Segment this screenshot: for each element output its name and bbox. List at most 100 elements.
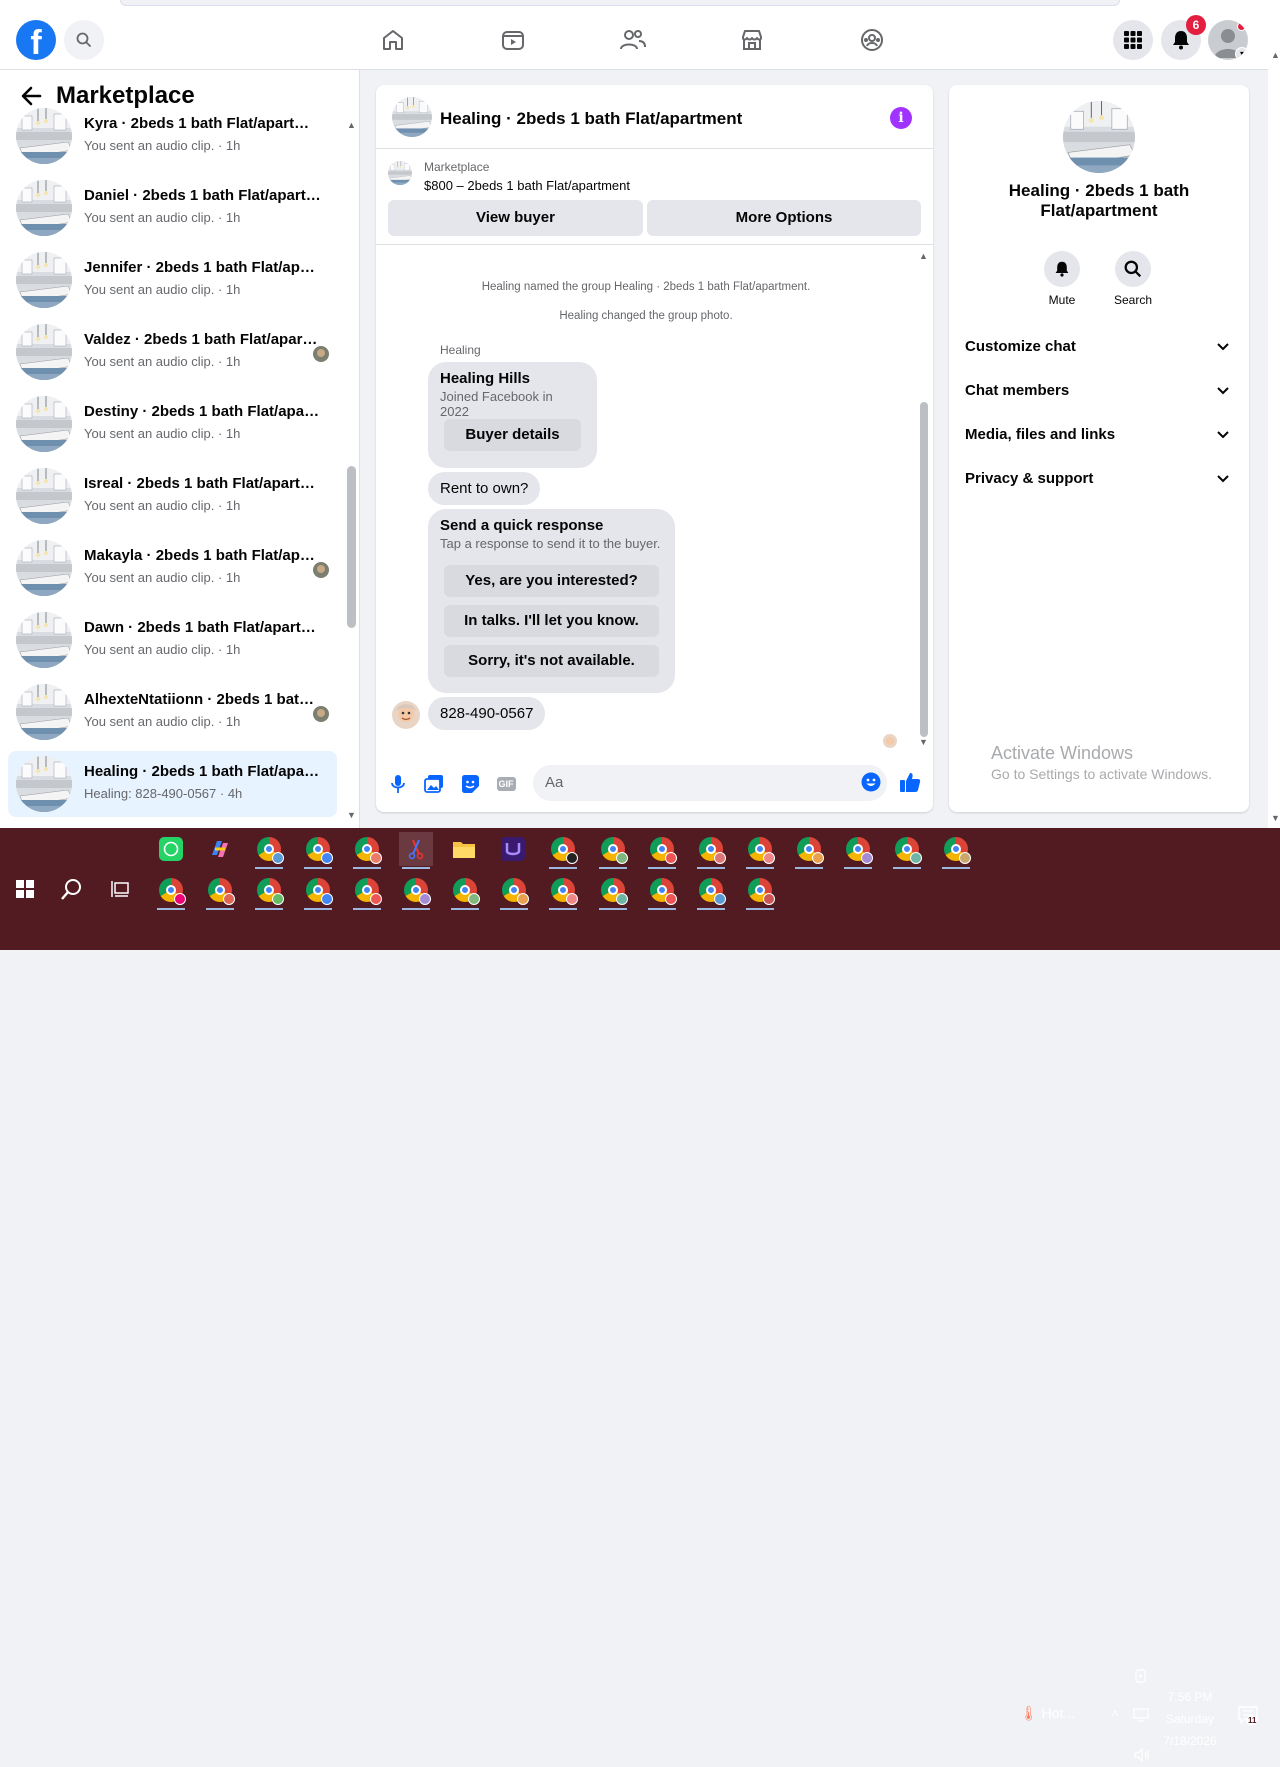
message-thread: ▲ Healing named the group Healing · 2bed… bbox=[376, 247, 933, 748]
chrome-icon bbox=[355, 837, 382, 864]
quick-reply-button[interactable]: In talks. I'll let you know. bbox=[444, 605, 659, 637]
gaming-nav[interactable] bbox=[856, 24, 888, 56]
chrome-taskbar-button[interactable] bbox=[743, 873, 777, 910]
chevron-down-icon bbox=[1217, 371, 1229, 411]
quick-reply-button[interactable]: Yes, are you interested? bbox=[444, 565, 659, 597]
marketplace-nav[interactable] bbox=[736, 24, 768, 56]
group-photo[interactable] bbox=[392, 97, 432, 137]
whatsapp-taskbar-button[interactable] bbox=[154, 832, 188, 866]
listing-title[interactable]: $800 – 2beds 1 bath Flat/apartment bbox=[424, 178, 630, 193]
chrome-taskbar-button[interactable] bbox=[890, 832, 924, 869]
customize-chat-section[interactable]: Customize chat bbox=[965, 327, 1233, 367]
chrome-taskbar-button[interactable] bbox=[448, 873, 482, 910]
taskbar-search-button[interactable] bbox=[55, 872, 89, 906]
chrome-taskbar-button[interactable] bbox=[645, 832, 679, 869]
menu-button[interactable] bbox=[1113, 20, 1153, 60]
emoji-button[interactable] bbox=[859, 770, 883, 794]
mute-action[interactable]: Mute bbox=[1032, 251, 1092, 307]
conversation-item[interactable]: Jennifer · 2beds 1 bath Flat/apartment Yo… bbox=[8, 247, 337, 313]
conversation-item[interactable]: Dawn · 2beds 1 bath Flat/apartment You se… bbox=[8, 607, 337, 673]
gif-button[interactable]: GIF bbox=[494, 772, 518, 796]
attach-photo-button[interactable] bbox=[422, 772, 446, 796]
chat-scrollbar-thumb[interactable] bbox=[920, 402, 928, 737]
chrome-taskbar-button[interactable] bbox=[694, 873, 728, 910]
chrome-taskbar-button[interactable] bbox=[645, 873, 679, 910]
chat-title[interactable]: Healing · 2beds 1 bath Flat/apartment bbox=[440, 109, 742, 129]
system-message: Healing changed the group photo. bbox=[559, 310, 733, 322]
chrome-taskbar-button[interactable] bbox=[792, 832, 826, 869]
conversation-item[interactable]: AlhexteNtatiionn · 2beds 1 bath Flat/apa… bbox=[8, 679, 337, 745]
group-photo-large[interactable] bbox=[1063, 101, 1135, 173]
chrome-taskbar-button[interactable] bbox=[301, 832, 335, 869]
more-options-button[interactable]: More Options bbox=[647, 200, 921, 236]
chevron-down-icon bbox=[1217, 415, 1229, 455]
start-button[interactable] bbox=[8, 872, 42, 906]
conversation-item[interactable]: Destiny · 2beds 1 bath Flat/apartment You… bbox=[8, 391, 337, 457]
privacy-support-section[interactable]: Privacy & support bbox=[965, 459, 1233, 499]
conversation-avatar bbox=[16, 252, 72, 308]
chrome-taskbar-button[interactable] bbox=[939, 832, 973, 869]
conversation-item[interactable]: Kyra · 2beds 1 bath Flat/apartment You se… bbox=[8, 103, 337, 169]
network-icon[interactable] bbox=[1133, 1708, 1151, 1727]
microphone-button[interactable] bbox=[386, 772, 410, 796]
home-nav[interactable] bbox=[377, 24, 409, 56]
facebook-logo[interactable]: f bbox=[16, 20, 56, 60]
info-icon[interactable]: i bbox=[890, 107, 912, 129]
conversation-item[interactable]: Makayla · 2beds 1 bath Flat/apartment You… bbox=[8, 535, 337, 601]
chrome-taskbar-button[interactable] bbox=[399, 873, 433, 910]
chrome-taskbar-button[interactable] bbox=[350, 873, 384, 910]
copilot-taskbar-button[interactable] bbox=[203, 832, 237, 866]
chrome-taskbar-button[interactable] bbox=[743, 832, 777, 869]
video-nav[interactable] bbox=[497, 24, 529, 56]
chrome-taskbar-button[interactable] bbox=[350, 832, 384, 869]
chrome-taskbar-button[interactable] bbox=[252, 873, 286, 910]
buyer-details-button[interactable]: Buyer details bbox=[444, 419, 581, 451]
listing-thumbnail[interactable] bbox=[388, 161, 412, 185]
media-files-links-section[interactable]: Media, files and links bbox=[965, 415, 1233, 455]
conversation-avatar bbox=[16, 684, 72, 740]
snipping-tool-taskbar-button[interactable] bbox=[399, 832, 433, 869]
conversation-snippet: You sent an audio clip. · 1h bbox=[84, 642, 241, 657]
meet-now-icon[interactable] bbox=[1135, 1668, 1149, 1689]
search-action[interactable]: Search bbox=[1103, 251, 1163, 307]
conversation-item[interactable]: Healing · 2beds 1 bath Flat/apartment Hea… bbox=[8, 751, 337, 817]
conversation-item[interactable]: Isreal · 2beds 1 bath Flat/apartment You … bbox=[8, 463, 337, 529]
sender-avatar[interactable] bbox=[392, 701, 420, 729]
conversation-item[interactable]: Daniel · 2beds 1 bath Flat/apartment You … bbox=[8, 175, 337, 241]
message-input[interactable]: Aa bbox=[533, 765, 887, 801]
page-scrollbar[interactable]: ▲ ▼ bbox=[1268, 10, 1280, 828]
sticker-button[interactable] bbox=[458, 772, 482, 796]
chrome-taskbar-button[interactable] bbox=[154, 873, 188, 910]
account-avatar[interactable]: ▾ bbox=[1208, 20, 1248, 60]
app-taskbar-button[interactable] bbox=[496, 832, 530, 866]
chrome-taskbar-button[interactable] bbox=[252, 832, 286, 869]
task-view-button[interactable] bbox=[103, 872, 137, 906]
like-button[interactable] bbox=[898, 770, 922, 794]
chrome-taskbar-button[interactable] bbox=[694, 832, 728, 869]
chrome-taskbar-button[interactable] bbox=[546, 832, 580, 869]
action-center-button[interactable]: 11 bbox=[1238, 1706, 1259, 1729]
chrome-icon bbox=[404, 878, 431, 905]
file-explorer-taskbar-button[interactable] bbox=[447, 832, 481, 866]
left-scrollbar-thumb[interactable] bbox=[347, 466, 356, 628]
search-button[interactable] bbox=[64, 20, 104, 60]
friends-nav[interactable] bbox=[617, 24, 649, 56]
chrome-taskbar-button[interactable] bbox=[596, 873, 630, 910]
chrome-taskbar-button[interactable] bbox=[841, 832, 875, 869]
search-icon bbox=[76, 32, 92, 48]
view-buyer-button[interactable]: View buyer bbox=[388, 200, 643, 236]
chrome-icon bbox=[944, 837, 971, 864]
chrome-taskbar-button[interactable] bbox=[301, 873, 335, 910]
clock[interactable]: 7:56 PM Saturday 7/18/2026 bbox=[1150, 1686, 1230, 1752]
chat-members-section[interactable]: Chat members bbox=[965, 371, 1233, 411]
activate-windows-watermark: Activate Windows Go to Settings to activ… bbox=[991, 743, 1212, 782]
chrome-taskbar-button[interactable] bbox=[546, 873, 580, 910]
chrome-icon bbox=[748, 878, 775, 905]
tray-overflow-chevron-icon[interactable]: ^ bbox=[1112, 1708, 1118, 1723]
quick-reply-button[interactable]: Sorry, it's not available. bbox=[444, 645, 659, 677]
conversation-item[interactable]: Valdez · 2beds 1 bath Flat/apartment You … bbox=[8, 319, 337, 385]
chrome-taskbar-button[interactable] bbox=[497, 873, 531, 910]
chrome-taskbar-button[interactable] bbox=[203, 873, 237, 910]
chrome-taskbar-button[interactable] bbox=[596, 832, 630, 869]
weather-widget[interactable]: 🌡 Hot... bbox=[1020, 1705, 1075, 1722]
